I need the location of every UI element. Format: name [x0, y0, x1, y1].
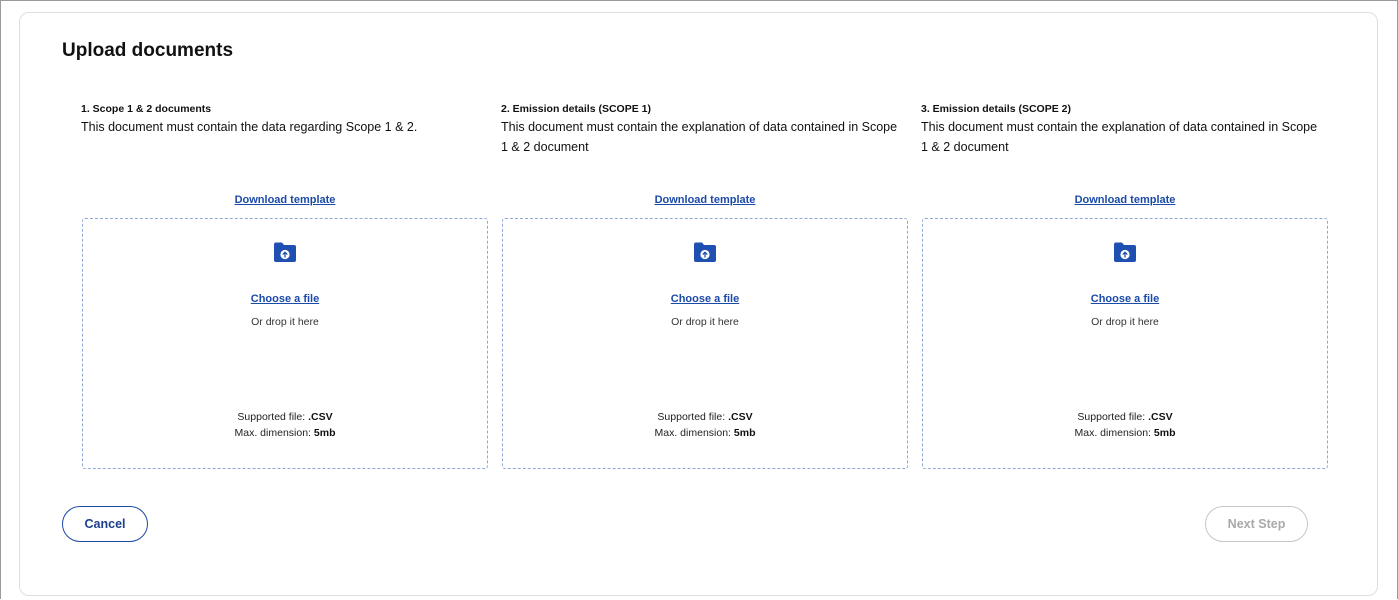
- choose-file-link[interactable]: Choose a file: [503, 293, 907, 305]
- max-dimension-value: 5mb: [1153, 427, 1176, 439]
- file-dropzone[interactable]: Choose a file Or drop it here Supported …: [82, 218, 488, 469]
- folder-upload-icon: [694, 242, 716, 262]
- file-requirements: Supported file: .CSV Max. dimension: 5mb: [83, 409, 487, 441]
- drop-hint: Or drop it here: [251, 316, 319, 328]
- file-requirements: Supported file: .CSV Max. dimension: 5mb: [923, 409, 1327, 441]
- max-dimension-value: 5mb: [313, 427, 336, 439]
- supported-file-label: Supported file:: [657, 411, 729, 423]
- section-description: This document must contain the data rega…: [81, 120, 418, 134]
- section-heading: 3. Emission details (SCOPE 2): [921, 103, 1071, 115]
- section-description: This document must contain the explanati…: [501, 120, 898, 154]
- file-dropzone[interactable]: Choose a file Or drop it here Supported …: [502, 218, 908, 469]
- section-heading: 1. Scope 1 & 2 documents: [81, 103, 212, 115]
- supported-file-label: Supported file:: [1077, 411, 1149, 423]
- file-dropzone[interactable]: Choose a file Or drop it here Supported …: [922, 218, 1328, 469]
- max-dimension-label: Max. dimension:: [1074, 427, 1154, 439]
- page-title: Upload documents: [62, 40, 234, 61]
- file-requirements: Supported file: .CSV Max. dimension: 5mb: [503, 409, 907, 441]
- download-template-link[interactable]: Download template: [921, 194, 1329, 206]
- supported-file-value: .CSV: [1148, 411, 1173, 423]
- choose-file-link[interactable]: Choose a file: [923, 293, 1327, 305]
- document-section-1: 1. Scope 1 & 2 documents This document m…: [81, 102, 489, 137]
- max-dimension-value: 5mb: [733, 427, 756, 439]
- folder-upload-icon: [1114, 242, 1136, 262]
- supported-file-value: .CSV: [308, 411, 333, 423]
- document-section-2: 2. Emission details (SCOPE 1) This docum…: [501, 102, 909, 157]
- drop-hint: Or drop it here: [1091, 316, 1159, 328]
- choose-file-link[interactable]: Choose a file: [83, 293, 487, 305]
- cancel-button[interactable]: Cancel: [62, 506, 148, 542]
- drop-hint: Or drop it here: [671, 316, 739, 328]
- download-template-link[interactable]: Download template: [501, 194, 909, 206]
- folder-upload-icon: [274, 242, 296, 262]
- supported-file-label: Supported file:: [237, 411, 309, 423]
- supported-file-value: .CSV: [728, 411, 753, 423]
- section-heading: 2. Emission details (SCOPE 1): [501, 103, 651, 115]
- max-dimension-label: Max. dimension:: [654, 427, 734, 439]
- download-template-link[interactable]: Download template: [81, 194, 489, 206]
- document-section-3: 3. Emission details (SCOPE 2) This docum…: [921, 102, 1329, 157]
- section-description: This document must contain the explanati…: [921, 120, 1318, 154]
- max-dimension-label: Max. dimension:: [234, 427, 314, 439]
- next-step-button[interactable]: Next Step: [1205, 506, 1308, 542]
